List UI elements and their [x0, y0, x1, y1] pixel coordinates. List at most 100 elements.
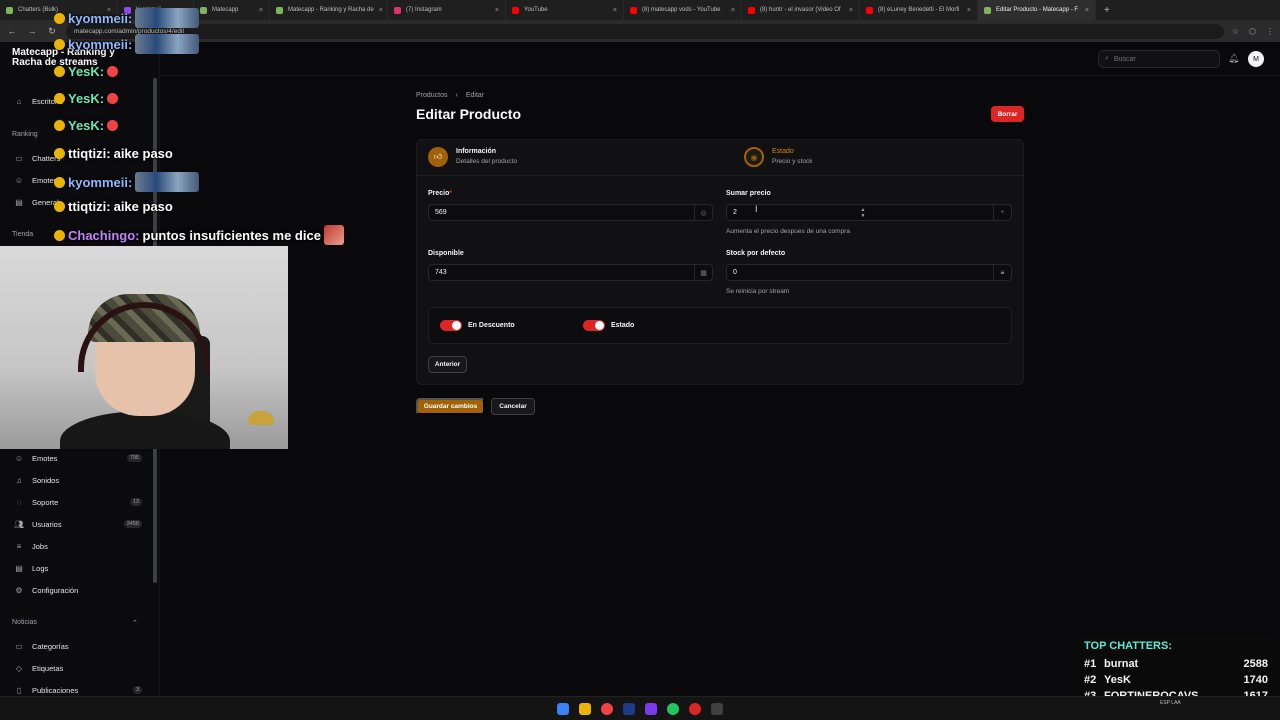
breadcrumb-editar: Editar: [465, 92, 485, 99]
sidebar-item[interactable]: ≡ Jobs: [14, 541, 142, 551]
back-icon[interactable]: ←: [6, 26, 18, 36]
browser-tab[interactable]: (8) eLuney Benedetti - El Morfi ×: [860, 0, 978, 20]
badge-icon: [54, 120, 65, 131]
jobs-icon: ≡: [16, 541, 22, 551]
estado-toggle[interactable]: [583, 320, 605, 331]
chevron-up-icon[interactable]: ⌃: [132, 619, 138, 627]
close-icon[interactable]: ×: [967, 7, 971, 14]
close-icon[interactable]: ×: [379, 7, 383, 14]
chat-message: kyommeii:: [54, 8, 200, 28]
thumbs-up-icon[interactable]: 👍︎: [428, 147, 448, 167]
step-estado-title[interactable]: Estado: [772, 148, 794, 155]
close-icon[interactable]: ×: [613, 7, 617, 14]
browser-tab[interactable]: Editar Producto - Matecapp - F ×: [978, 0, 1096, 20]
folder-icon: ▭: [15, 641, 23, 651]
sidebar-item[interactable]: ▤ Logs: [14, 563, 142, 573]
star-icon[interactable]: ☆: [1232, 27, 1239, 36]
close-icon[interactable]: ×: [731, 7, 735, 14]
browser-tab[interactable]: (8) matecapp vods - YouTube ×: [624, 0, 742, 20]
group-tienda[interactable]: Tienda: [12, 231, 33, 238]
breadcrumb-productos[interactable]: Productos: [416, 92, 448, 99]
logs-icon: ▤: [15, 563, 23, 573]
browser-tab[interactable]: YouTube ×: [506, 0, 624, 20]
windows-start-icon[interactable]: [557, 702, 569, 715]
tray-language[interactable]: ESP LAA: [1160, 700, 1181, 706]
avatar[interactable]: M: [1248, 51, 1264, 67]
chrome-icon[interactable]: [601, 702, 613, 715]
sumar-precio-label: Sumar precio: [726, 190, 771, 197]
stock-field[interactable]: 0 🔒︎: [726, 264, 1012, 281]
chat-icon: ▭: [15, 153, 23, 163]
tab-label: YouTube: [524, 7, 548, 13]
tab-label: (7) Instagram: [406, 7, 442, 13]
smile-icon: ☺: [14, 175, 24, 185]
badge-icon: [54, 229, 65, 241]
chat-message: YesK:: [54, 64, 119, 79]
currency-icon: ◎: [694, 205, 712, 220]
close-icon[interactable]: ×: [495, 7, 499, 14]
sidebar-item[interactable]: ◌ Soporte 13: [14, 497, 142, 507]
terminal-icon[interactable]: [711, 702, 723, 715]
browser-tab[interactable]: (8) huntr - el invasor (Video Of ×: [742, 0, 860, 20]
tab-favicon-icon: [748, 6, 755, 14]
sumar-precio-value: 2: [733, 209, 737, 216]
sidebar-item[interactable]: ☺ Emotes 795: [14, 453, 142, 463]
step-informacion-title[interactable]: Información: [456, 148, 496, 155]
cancel-button[interactable]: Cancelar: [491, 398, 535, 415]
chat-message: kyommeii:: [54, 34, 200, 54]
emote-image: [323, 225, 344, 245]
save-button[interactable]: Guardar cambios: [416, 398, 485, 415]
file-explorer-icon[interactable]: [579, 702, 591, 715]
sidebar-item[interactable]: ▭ Categorías: [14, 641, 142, 651]
chatter-name: burnat: [1104, 658, 1139, 670]
tab-label: Editar Producto - Matecapp - F: [996, 7, 1079, 13]
group-noticias[interactable]: Noticias: [12, 619, 37, 626]
step-estado-subtitle: Precio y stock: [772, 158, 813, 165]
emote-icon: [107, 120, 119, 131]
chat-username: kyommeii:: [68, 174, 133, 190]
close-icon[interactable]: ×: [1085, 7, 1089, 14]
delete-button[interactable]: Borrar: [991, 106, 1024, 122]
bell-icon[interactable]: 🔔︎: [1228, 53, 1239, 64]
lock-icon: 🔒︎: [993, 265, 1011, 280]
status-icon[interactable]: ◉: [744, 147, 764, 167]
extension-icon[interactable]: ⬡: [1249, 27, 1256, 36]
lamp-shape: [248, 411, 274, 425]
chat-username: Chachingo:: [68, 227, 140, 243]
sidebar-item[interactable]: ◇ Etiquetas: [14, 663, 142, 673]
tab-favicon-icon: [630, 6, 637, 14]
disponible-field[interactable]: 743 ▦: [428, 264, 713, 281]
stepper-arrows-icon[interactable]: ▲ ▼: [860, 207, 865, 219]
previous-button[interactable]: Anterior: [428, 356, 467, 373]
sidebar-item[interactable]: ▯ Publicaciones 3: [14, 685, 142, 695]
wizard-steps: 👍︎ Información Detalles del producto ◉ E…: [416, 139, 1024, 176]
count-badge: 2458: [123, 520, 142, 528]
sumar-precio-field[interactable]: 2 ▲ ▼ +: [726, 204, 1012, 221]
spotify-icon[interactable]: [667, 702, 679, 715]
group-ranking[interactable]: Ranking: [12, 131, 38, 138]
browser-tab[interactable]: (7) Instagram ×: [388, 0, 506, 20]
sidebar-item[interactable]: ⚙ Configuración: [14, 585, 142, 595]
discord-icon[interactable]: [645, 702, 657, 715]
steam-icon[interactable]: [623, 702, 635, 715]
search-input[interactable]: ⌕ Buscar: [1098, 50, 1220, 68]
chart-icon: ▤: [15, 197, 23, 207]
menu-icon[interactable]: ⋮: [1266, 27, 1274, 36]
chat-text: aike paso: [113, 199, 173, 214]
obs-icon[interactable]: [689, 702, 701, 715]
precio-field[interactable]: 569 ◎: [428, 204, 713, 221]
plus-icon[interactable]: +: [992, 205, 1011, 220]
sidebar-item[interactable]: 👥︎ Usuarios 2458: [14, 519, 142, 529]
disponible-value: 743: [435, 269, 447, 276]
home-icon: ⌂: [16, 96, 22, 106]
badge-icon: [54, 176, 65, 188]
forward-icon[interactable]: →: [26, 26, 38, 36]
chat-username: YesK:: [68, 118, 105, 133]
en-descuento-toggle[interactable]: [440, 320, 462, 331]
breadcrumb: Productos › Editar: [416, 92, 484, 99]
close-icon[interactable]: ×: [849, 7, 853, 14]
sidebar-item[interactable]: ♫ Sonidos: [14, 475, 142, 485]
new-tab-icon[interactable]: +: [1104, 5, 1110, 16]
sidebar-item-label: Usuarios: [32, 519, 62, 529]
chat-text: puntos insuficientes me dice: [142, 227, 321, 243]
